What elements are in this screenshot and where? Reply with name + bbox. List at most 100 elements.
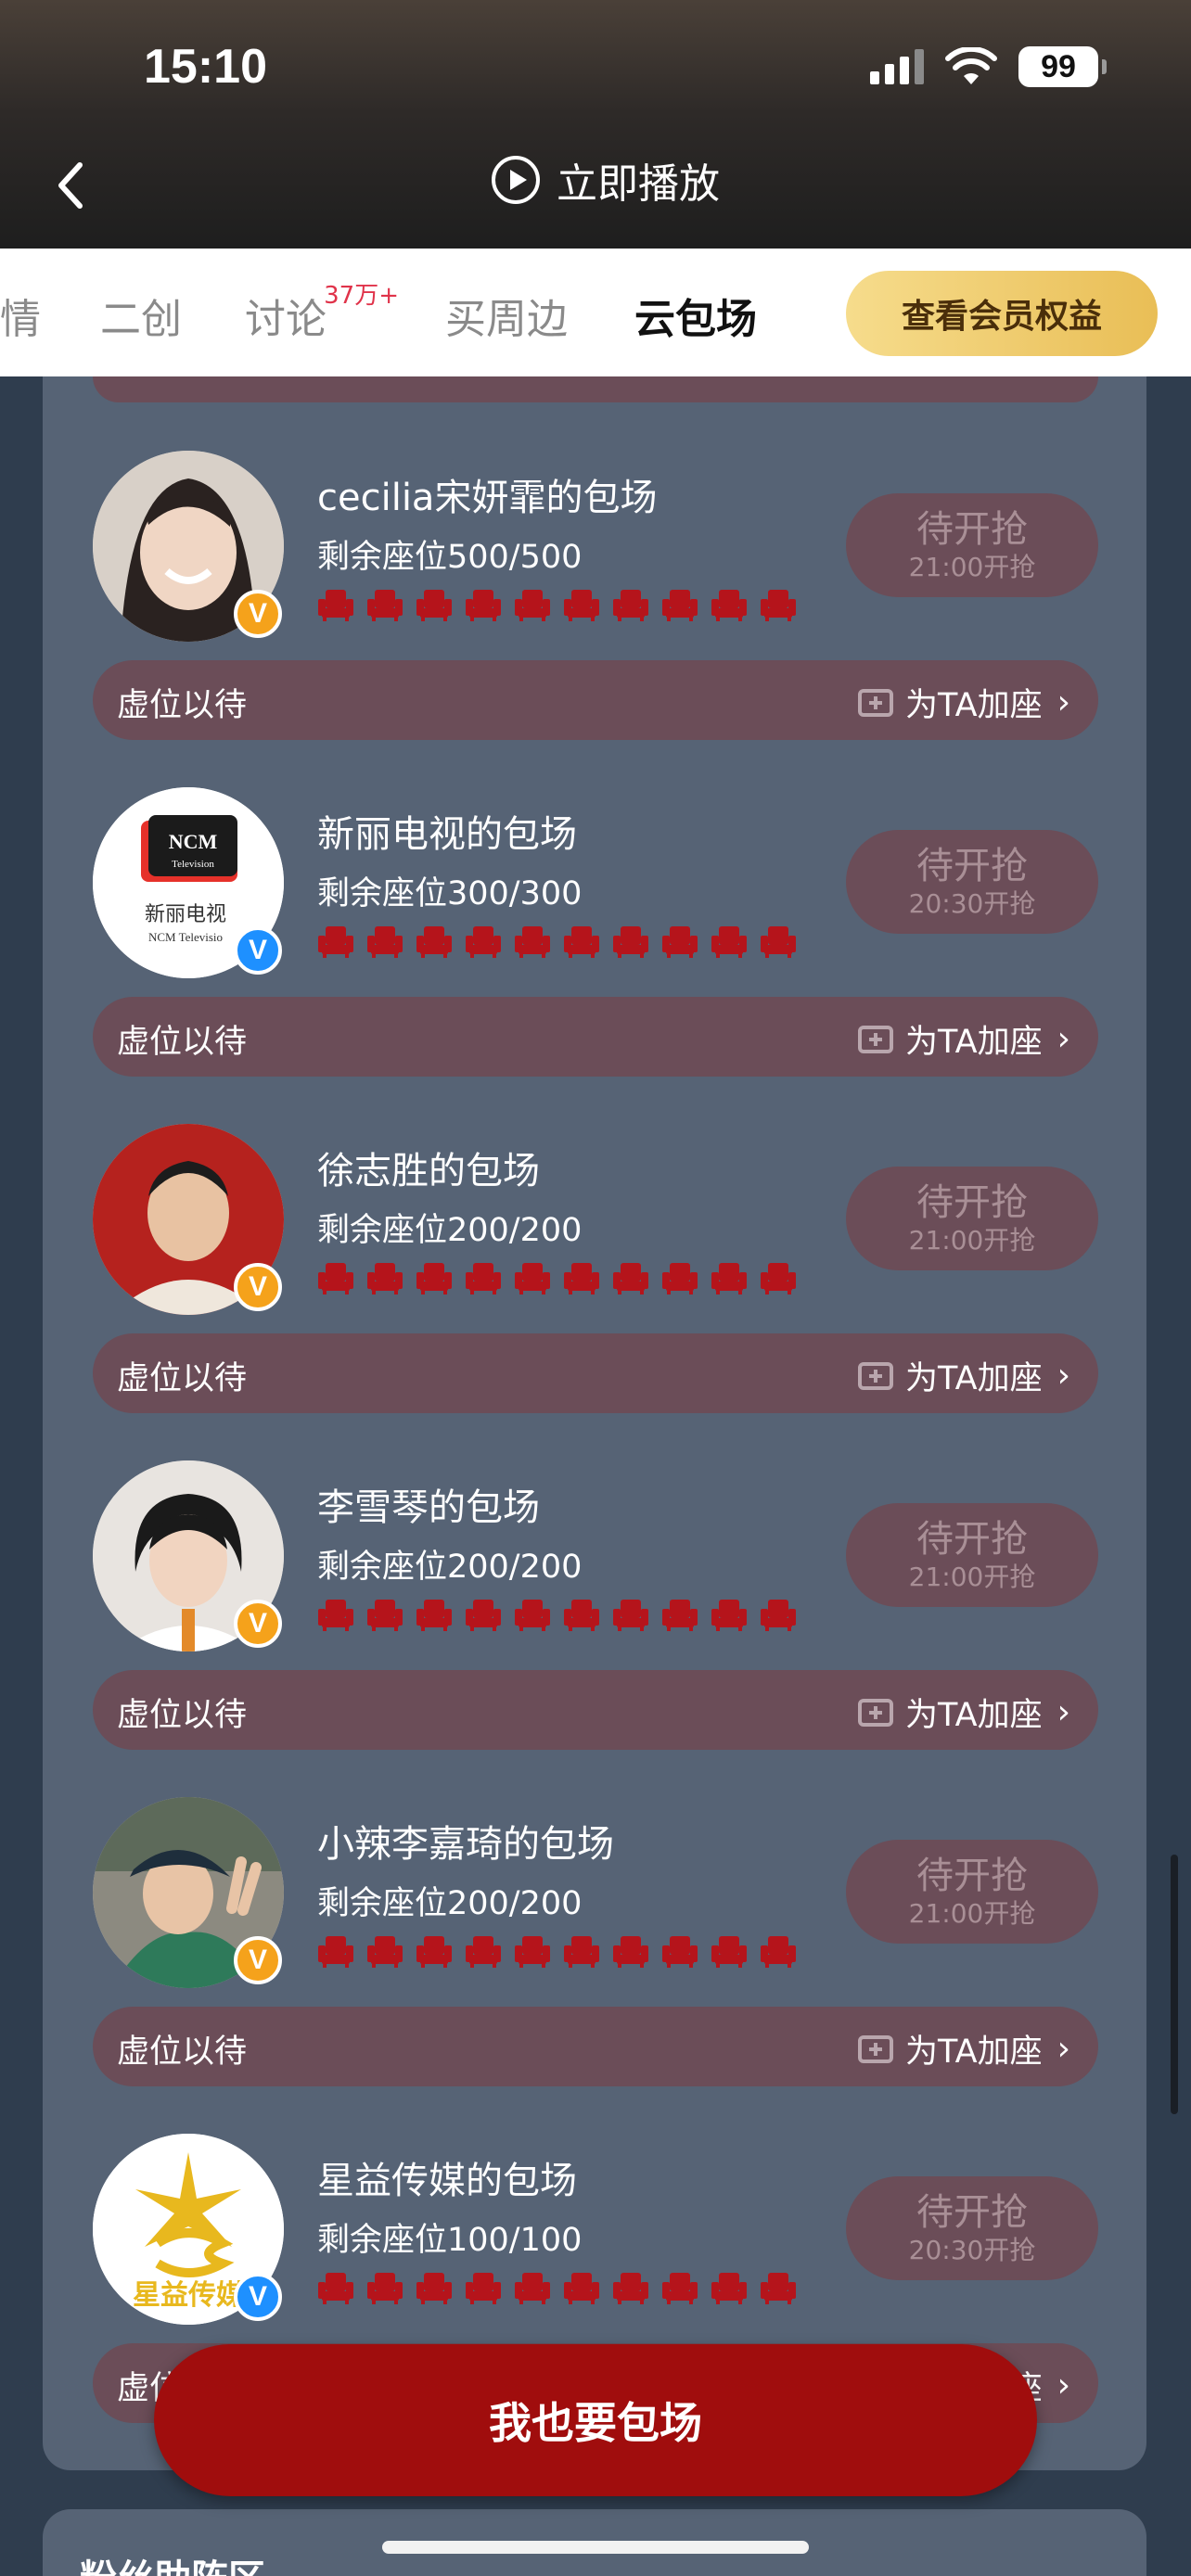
add-seat-icon (857, 688, 893, 717)
seat-icon (711, 1263, 747, 1294)
play-now-label: 立即播放 (557, 160, 720, 208)
chevron-right-icon: › (1057, 1357, 1070, 1395)
seat-icon (318, 926, 353, 958)
wait-to-grab-button[interactable]: 待开抢 21:00开抢 (846, 1503, 1098, 1607)
booking-title: 星益传媒的包场 (317, 2160, 577, 2202)
booking-title: 小辣李嘉琦的包场 (317, 1823, 614, 1866)
seat-icon (318, 1936, 353, 1968)
add-seat-link[interactable]: 为TA加座 › (857, 1689, 1070, 1736)
scrollbar[interactable] (1171, 1855, 1178, 2114)
status-time: 15:10 (144, 40, 267, 94)
seat-icon (662, 1600, 698, 1631)
booking-card: V cecilia宋妍霏的包场 剩余座位500/500 待开抢 21:00开抢 … (43, 451, 1146, 789)
seat-icon (515, 1600, 550, 1631)
grab-time-label: 21:00开抢 (908, 1898, 1036, 1929)
add-seat-link[interactable]: 为TA加座 › (857, 2025, 1070, 2072)
add-seat-label: 为TA加座 (904, 1024, 1043, 1061)
seat-icon (613, 590, 648, 621)
chevron-right-icon: › (1057, 1693, 1070, 1731)
seat-icon (613, 2273, 648, 2304)
seat-icon (711, 1936, 747, 1968)
grab-time-label: 21:00开抢 (908, 1562, 1036, 1592)
seat-icon (613, 1600, 648, 1631)
play-now-button[interactable]: 立即播放 (492, 150, 720, 210)
home-indicator[interactable] (382, 2541, 809, 2554)
add-seat-link[interactable]: 为TA加座 › (857, 1015, 1070, 1063)
seat-icon (466, 1600, 501, 1631)
booking-title: 新丽电视的包场 (317, 813, 577, 856)
cellular-signal-icon (870, 49, 924, 84)
seat-icon (613, 1263, 648, 1294)
seat-icon (564, 1936, 599, 1968)
seat-icon (662, 1936, 698, 1968)
card-footer: 虚位以待 为TA加座 › (93, 1333, 1098, 1413)
seat-icon (367, 1936, 403, 1968)
seat-icons-row (317, 1261, 797, 1294)
chevron-right-icon: › (1057, 683, 1070, 721)
avatar-caption-en: NCM Televisio (148, 930, 223, 944)
seat-icon (711, 1600, 747, 1631)
seat-icon (711, 926, 747, 958)
tab-merchandise[interactable]: 买周边 (445, 286, 568, 345)
add-seat-icon (857, 2034, 893, 2063)
seat-icon (515, 1936, 550, 1968)
grab-time-label: 21:00开抢 (908, 1225, 1036, 1256)
add-seat-link[interactable]: 为TA加座 › (857, 679, 1070, 726)
seat-icon (466, 590, 501, 621)
wait-to-grab-button[interactable]: 待开抢 21:00开抢 (846, 1840, 1098, 1944)
wait-to-grab-button[interactable]: 待开抢 20:30开抢 (846, 2176, 1098, 2280)
wait-status-label: 待开抢 (916, 1855, 1028, 1897)
create-booking-button[interactable]: 我也要包场 (154, 2344, 1037, 2496)
seat-icons-row (317, 588, 797, 621)
seat-icon (367, 1600, 403, 1631)
remaining-seats: 剩余座位100/100 (317, 2222, 583, 2259)
top-bar: 15:10 99 立即播放 (0, 0, 1191, 249)
seat-icon (318, 2273, 353, 2304)
seat-icon (466, 2273, 501, 2304)
wait-status-label: 待开抢 (916, 1518, 1028, 1561)
booking-card: V 徐志胜的包场 剩余座位200/200 待开抢 21:00开抢 虚位以待 为T… (43, 1124, 1146, 1462)
card-footer: 虚位以待 为TA加座 › (93, 1670, 1098, 1750)
seat-icon (761, 590, 796, 621)
remaining-seats: 剩余座位200/200 (317, 1212, 583, 1249)
footer-status-text: 虚位以待 (117, 687, 248, 724)
tab-cloud-booking[interactable]: 云包场 (634, 286, 757, 345)
wifi-icon (945, 47, 997, 84)
tab-discussion[interactable]: 讨论 37万+ (245, 282, 399, 345)
seat-icon (711, 2273, 747, 2304)
tab-fan-creations[interactable]: 二创 (100, 286, 182, 345)
tab-details[interactable]: 情 (0, 286, 41, 345)
seat-icon (662, 590, 698, 621)
tab-discussion-label: 讨论 (245, 296, 327, 343)
wait-to-grab-button[interactable]: 待开抢 21:00开抢 (846, 1167, 1098, 1270)
member-benefits-button[interactable]: 查看会员权益 (846, 271, 1158, 356)
seat-icons-row (317, 1598, 797, 1631)
add-seat-link[interactable]: 为TA加座 › (857, 1352, 1070, 1399)
wait-status-label: 待开抢 (916, 508, 1028, 551)
seat-icons-row (317, 925, 797, 958)
wait-status-label: 待开抢 (916, 2191, 1028, 2234)
wait-status-label: 待开抢 (916, 845, 1028, 887)
booking-card: V 李雪琴的包场 剩余座位200/200 待开抢 21:00开抢 虚位以待 为T… (43, 1460, 1146, 1799)
verified-badge-icon: V (234, 1600, 282, 1648)
seat-icon (564, 1600, 599, 1631)
seat-icon (761, 2273, 796, 2304)
remaining-seats: 剩余座位200/200 (317, 1549, 583, 1586)
footer-status-text: 虚位以待 (117, 1360, 248, 1397)
seat-icon (761, 1936, 796, 1968)
status-icons: 99 (870, 46, 1107, 87)
battery-icon: 99 (1018, 46, 1107, 87)
play-icon (492, 156, 540, 204)
seat-icons-row (317, 1934, 797, 1968)
remaining-seats: 剩余座位300/300 (317, 875, 583, 912)
avatar-caption: 星益传媒 (133, 2279, 245, 2312)
seat-icon (564, 926, 599, 958)
seat-icons-row (317, 2271, 797, 2304)
ncm-logo-subtext: Television (172, 859, 214, 870)
seat-icon (613, 1936, 648, 1968)
back-chevron-icon[interactable] (48, 158, 95, 213)
ncm-logo-text: NCM (169, 830, 218, 853)
wait-to-grab-button[interactable]: 待开抢 20:30开抢 (846, 830, 1098, 934)
previous-card-footer-edge (93, 376, 1098, 402)
wait-to-grab-button[interactable]: 待开抢 21:00开抢 (846, 493, 1098, 597)
